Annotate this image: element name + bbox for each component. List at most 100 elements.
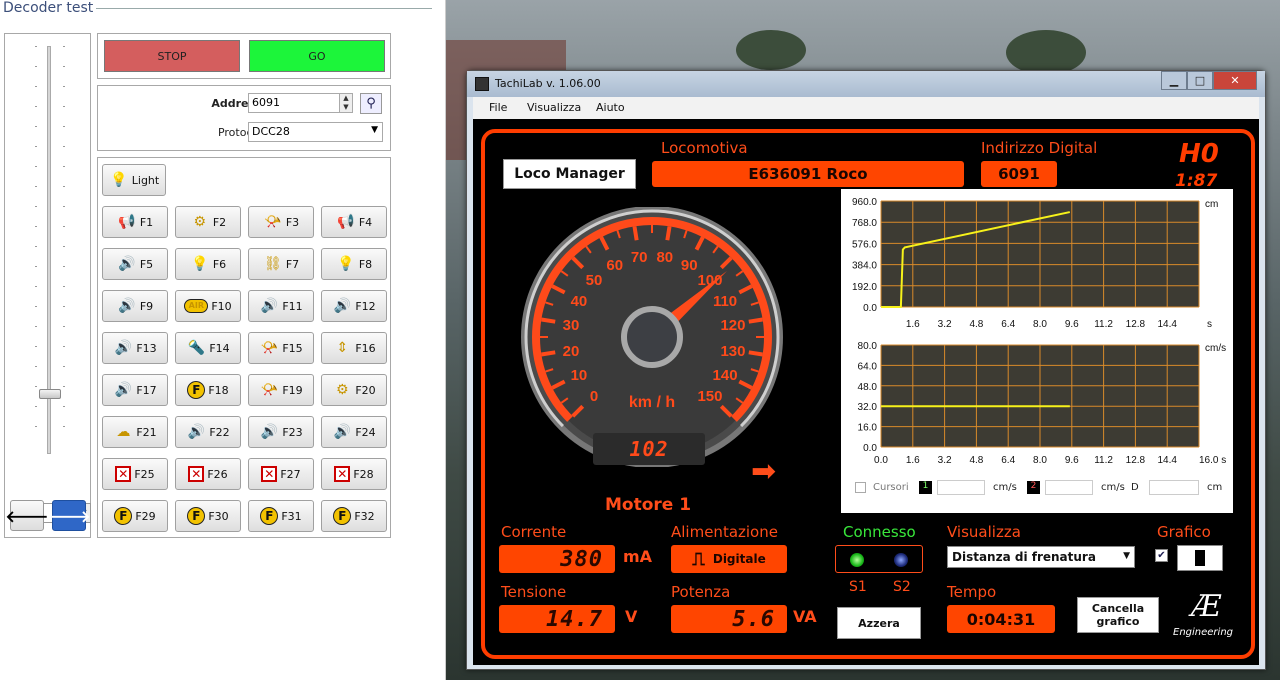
- cursori-label: Cursori: [873, 482, 909, 493]
- function-button-f28[interactable]: ✕ F28: [321, 458, 387, 490]
- x-tick-label: 4.8: [969, 319, 983, 330]
- search-button[interactable]: ⚲: [360, 93, 382, 114]
- function-button-f10[interactable]: AIR F10: [175, 290, 241, 322]
- close-icon: ✕: [1230, 74, 1240, 87]
- tensione-value: 14.7: [546, 606, 603, 632]
- slider-tick: [35, 246, 37, 247]
- gauge-tick-label: 60: [606, 257, 623, 274]
- function-button-f15[interactable]: 📯 F15: [248, 332, 314, 364]
- function-label: F32: [354, 509, 375, 523]
- function-button-f29[interactable]: F F29: [102, 500, 168, 532]
- locomotiva-field[interactable]: E636091 Roco: [652, 161, 964, 187]
- function-button-f13[interactable]: 🔊 F13: [102, 332, 168, 364]
- function-button-f12[interactable]: 🔊 F12: [321, 290, 387, 322]
- function-button-f3[interactable]: 📯 F3: [248, 206, 314, 238]
- slider-tick: [35, 66, 37, 67]
- function-label: F22: [209, 425, 230, 439]
- function-button-f2[interactable]: ⚙ F2: [175, 206, 241, 238]
- gauge-tick-label: 140: [713, 367, 738, 384]
- speed-digital-display: 102: [593, 433, 705, 465]
- function-button-f7[interactable]: ⛓ F7: [248, 248, 314, 280]
- azzera-button[interactable]: Azzera: [837, 607, 921, 639]
- menu-aiuto[interactable]: Aiuto: [596, 101, 625, 114]
- grafico-checkbox[interactable]: ✔: [1155, 549, 1168, 562]
- function-label: F3: [285, 215, 300, 229]
- function-button-f31[interactable]: F F31: [248, 500, 314, 532]
- function-button-f5[interactable]: 🔊 F5: [102, 248, 168, 280]
- forward-button[interactable]: 🡒: [48, 500, 90, 531]
- close-button[interactable]: ✕: [1213, 71, 1257, 90]
- function-button-f17[interactable]: 🔊 F17: [102, 374, 168, 406]
- sound-icon: 🔊: [333, 298, 352, 314]
- slider-tick: [63, 366, 65, 367]
- maximize-button[interactable]: □: [1187, 71, 1213, 90]
- speedometer: 0102030405060 70 80 90100110120130140150km …: [521, 207, 783, 467]
- function-button-f21[interactable]: ☁ F21: [102, 416, 168, 448]
- light-button[interactable]: 💡 Light: [102, 164, 166, 196]
- minimize-button[interactable]: ▁: [1161, 71, 1187, 90]
- reverse-button[interactable]: 🡐: [6, 500, 48, 531]
- function-button-f22[interactable]: 🔊 F22: [175, 416, 241, 448]
- x-tick-label: 0.0: [874, 455, 888, 466]
- go-button[interactable]: GO: [249, 40, 385, 72]
- function-button-f16[interactable]: ⇕ F16: [321, 332, 387, 364]
- function-button-f20[interactable]: ⚙ F20: [321, 374, 387, 406]
- rail-sound-icon: 🔊: [114, 382, 133, 398]
- menu-file[interactable]: File: [489, 101, 507, 114]
- stop-button[interactable]: STOP: [104, 40, 240, 72]
- whistle-icon: 📯: [260, 382, 279, 398]
- cancella-grafico-button[interactable]: Cancella grafico: [1077, 597, 1159, 633]
- function-label: F5: [139, 257, 154, 271]
- function-button-f1[interactable]: 📢 F1: [102, 206, 168, 238]
- alimentazione-value: Digitale: [712, 552, 766, 566]
- function-button-f11[interactable]: 🔊 F11: [248, 290, 314, 322]
- x-tick-label: 16.0 s: [1199, 455, 1226, 466]
- function-label: F18: [208, 383, 229, 397]
- menu-visualizza[interactable]: Visualizza: [527, 101, 581, 114]
- x-unit-label: s: [1207, 319, 1212, 330]
- function-button-f25[interactable]: ✕ F25: [102, 458, 168, 490]
- function-button-f9[interactable]: 🔊 F9: [102, 290, 168, 322]
- slider-tick: [63, 46, 65, 47]
- y-tick-label: 80.0: [858, 341, 878, 352]
- function-button-f26[interactable]: ✕ F26: [175, 458, 241, 490]
- x-tick-label: 4.8: [969, 455, 983, 466]
- x-tick-label: 8.0: [1033, 455, 1047, 466]
- bulb-icon: 💡: [110, 172, 128, 188]
- locomotiva-label: Locomotiva: [661, 139, 748, 157]
- cursori-checkbox[interactable]: [855, 482, 866, 493]
- function-button-f4[interactable]: 📢 F4: [321, 206, 387, 238]
- gauge-tick-label: 20: [563, 343, 580, 360]
- visualizza-select[interactable]: Distanza di frenatura ▼: [947, 546, 1135, 568]
- cursor1-field[interactable]: [937, 480, 985, 495]
- function-button-f19[interactable]: 📯 F19: [248, 374, 314, 406]
- slider-tick: [63, 86, 65, 87]
- title-bar[interactable]: TachiLab v. 1.06.00 ▁ □ ✕: [467, 71, 1265, 97]
- connection-leds: [835, 545, 923, 573]
- function-button-f14[interactable]: 🔦 F14: [175, 332, 241, 364]
- loco-manager-button[interactable]: Loco Manager: [503, 159, 636, 189]
- gauge-tick: [632, 226, 639, 241]
- cursor2-field[interactable]: [1045, 480, 1093, 495]
- grafico-toggle[interactable]: [1177, 545, 1223, 571]
- function-button-f8[interactable]: 💡 F8: [321, 248, 387, 280]
- cursor1-marker: 1: [919, 481, 932, 494]
- dashboard-panel: Loco Manager Locomotiva E636091 Roco Ind…: [481, 129, 1255, 659]
- slider-tick: [63, 406, 65, 407]
- distance-field[interactable]: [1149, 480, 1199, 495]
- function-button-f6[interactable]: 💡 F6: [175, 248, 241, 280]
- function-button-f24[interactable]: 🔊 F24: [321, 416, 387, 448]
- address-input[interactable]: 6091 ▲ ▼: [248, 93, 353, 113]
- protocol-select[interactable]: DCC28 ▼: [248, 122, 383, 142]
- address-down-icon[interactable]: ▼: [339, 103, 352, 112]
- function-label: F14: [209, 341, 230, 355]
- function-button-f27[interactable]: ✕ F27: [248, 458, 314, 490]
- y-tick-label: 576.0: [852, 239, 877, 250]
- function-button-f32[interactable]: F F32: [321, 500, 387, 532]
- gauge-hub: [621, 306, 683, 368]
- function-button-f23[interactable]: 🔊 F23: [248, 416, 314, 448]
- address-up-icon[interactable]: ▲: [339, 94, 352, 103]
- speed-slider-thumb[interactable]: [39, 389, 61, 399]
- function-button-f18[interactable]: F F18: [175, 374, 241, 406]
- function-button-f30[interactable]: F F30: [175, 500, 241, 532]
